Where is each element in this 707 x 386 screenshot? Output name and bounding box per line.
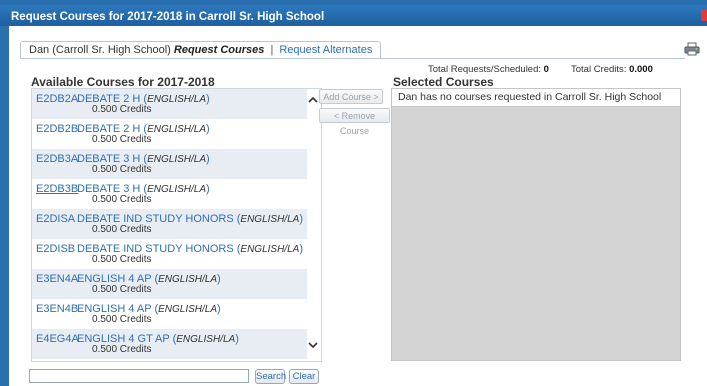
course-code[interactable]: E2DB2A: [36, 93, 78, 105]
course-row[interactable]: E2DB3B DEBATE 3 H (ENGLISH/LA) 0.500 Cre…: [32, 179, 307, 209]
course-code[interactable]: E2DB3B: [36, 183, 78, 195]
dialog-titlebar: Request Courses for 2017-2018 in Carroll…: [0, 0, 707, 26]
tab-underline: [20, 58, 685, 59]
course-row[interactable]: E2DB2A DEBATE 2 H (ENGLISH/LA) 0.500 Cre…: [32, 89, 307, 119]
total-requests: Total Requests/Scheduled: 0: [428, 64, 549, 75]
tab-user: Dan (Carroll Sr. High School): [29, 44, 171, 56]
course-code[interactable]: E2DB2B: [36, 123, 78, 135]
tab-bar: Dan (Carroll Sr. High School) Request Co…: [20, 41, 382, 58]
course-row[interactable]: E3EN4A ENGLISH 4 AP (ENGLISH/LA) 0.500 C…: [32, 269, 307, 299]
dialog-frame: [0, 26, 9, 386]
course-credits: 0.500 Credits: [92, 194, 152, 205]
printer-icon[interactable]: [684, 42, 700, 56]
course-row[interactable]: E2DISB DEBATE IND STUDY HONORS (ENGLISH/…: [32, 239, 307, 269]
clear-button[interactable]: Clear: [289, 369, 319, 384]
selected-heading: Selected Courses: [393, 75, 494, 89]
course-credits: 0.500 Credits: [92, 104, 152, 115]
chevron-down-icon[interactable]: [307, 339, 319, 351]
total-credits: Total Credits: 0.000: [571, 64, 653, 75]
dialog-body: Dan (Carroll Sr. High School) Request Co…: [9, 26, 707, 386]
course-credits: 0.500 Credits: [92, 224, 152, 235]
available-heading: Available Courses for 2017-2018: [31, 75, 215, 89]
course-credits: 0.500 Credits: [92, 284, 152, 295]
course-code[interactable]: E3EN4B: [36, 303, 78, 315]
selected-empty-message: Dan has no courses requested in Carroll …: [392, 89, 680, 107]
search-button[interactable]: Search: [255, 369, 286, 384]
course-code[interactable]: E2DISA: [36, 213, 75, 225]
tab-request-courses[interactable]: Request Courses: [174, 44, 264, 56]
course-credits: 0.500 Credits: [92, 164, 152, 175]
course-code[interactable]: E2DISB: [36, 243, 75, 255]
course-code[interactable]: E2DB3A: [36, 153, 78, 165]
add-course-button[interactable]: Add Course >: [319, 89, 383, 104]
tab-separator: |: [270, 44, 274, 56]
tab-request-alternates[interactable]: Request Alternates: [279, 44, 372, 56]
selected-course-panel: Dan has no courses requested in Carroll …: [391, 88, 681, 361]
course-credits: 0.500 Credits: [92, 254, 152, 265]
course-credits: 0.500 Credits: [92, 344, 152, 355]
course-row[interactable]: E2DISA DEBATE IND STUDY HONORS (ENGLISH/…: [32, 209, 307, 239]
dialog-title: Request Courses for 2017-2018 in Carroll…: [11, 11, 325, 23]
course-code[interactable]: E3EN4A: [36, 273, 78, 285]
close-icon[interactable]: [701, 9, 707, 21]
course-row[interactable]: E4EG4A ENGLISH 4 GT AP (ENGLISH/LA) 0.50…: [32, 329, 307, 359]
course-row[interactable]: E2DB2B DEBATE 2 H (ENGLISH/LA) 0.500 Cre…: [32, 119, 307, 149]
course-credits: 0.500 Credits: [92, 314, 152, 325]
remove-course-button[interactable]: < Remove Course: [319, 108, 390, 136]
course-credits: 0.500 Credits: [92, 134, 152, 145]
search-input[interactable]: [29, 369, 249, 383]
chevron-up-icon[interactable]: [307, 94, 319, 106]
course-row[interactable]: E3EN4B ENGLISH 4 AP (ENGLISH/LA) 0.500 C…: [32, 299, 307, 329]
available-course-list[interactable]: E2DB2A DEBATE 2 H (ENGLISH/LA) 0.500 Cre…: [31, 88, 322, 362]
course-code[interactable]: E4EG4A: [36, 333, 79, 345]
course-row[interactable]: E2DB3A DEBATE 3 H (ENGLISH/LA) 0.500 Cre…: [32, 149, 307, 179]
